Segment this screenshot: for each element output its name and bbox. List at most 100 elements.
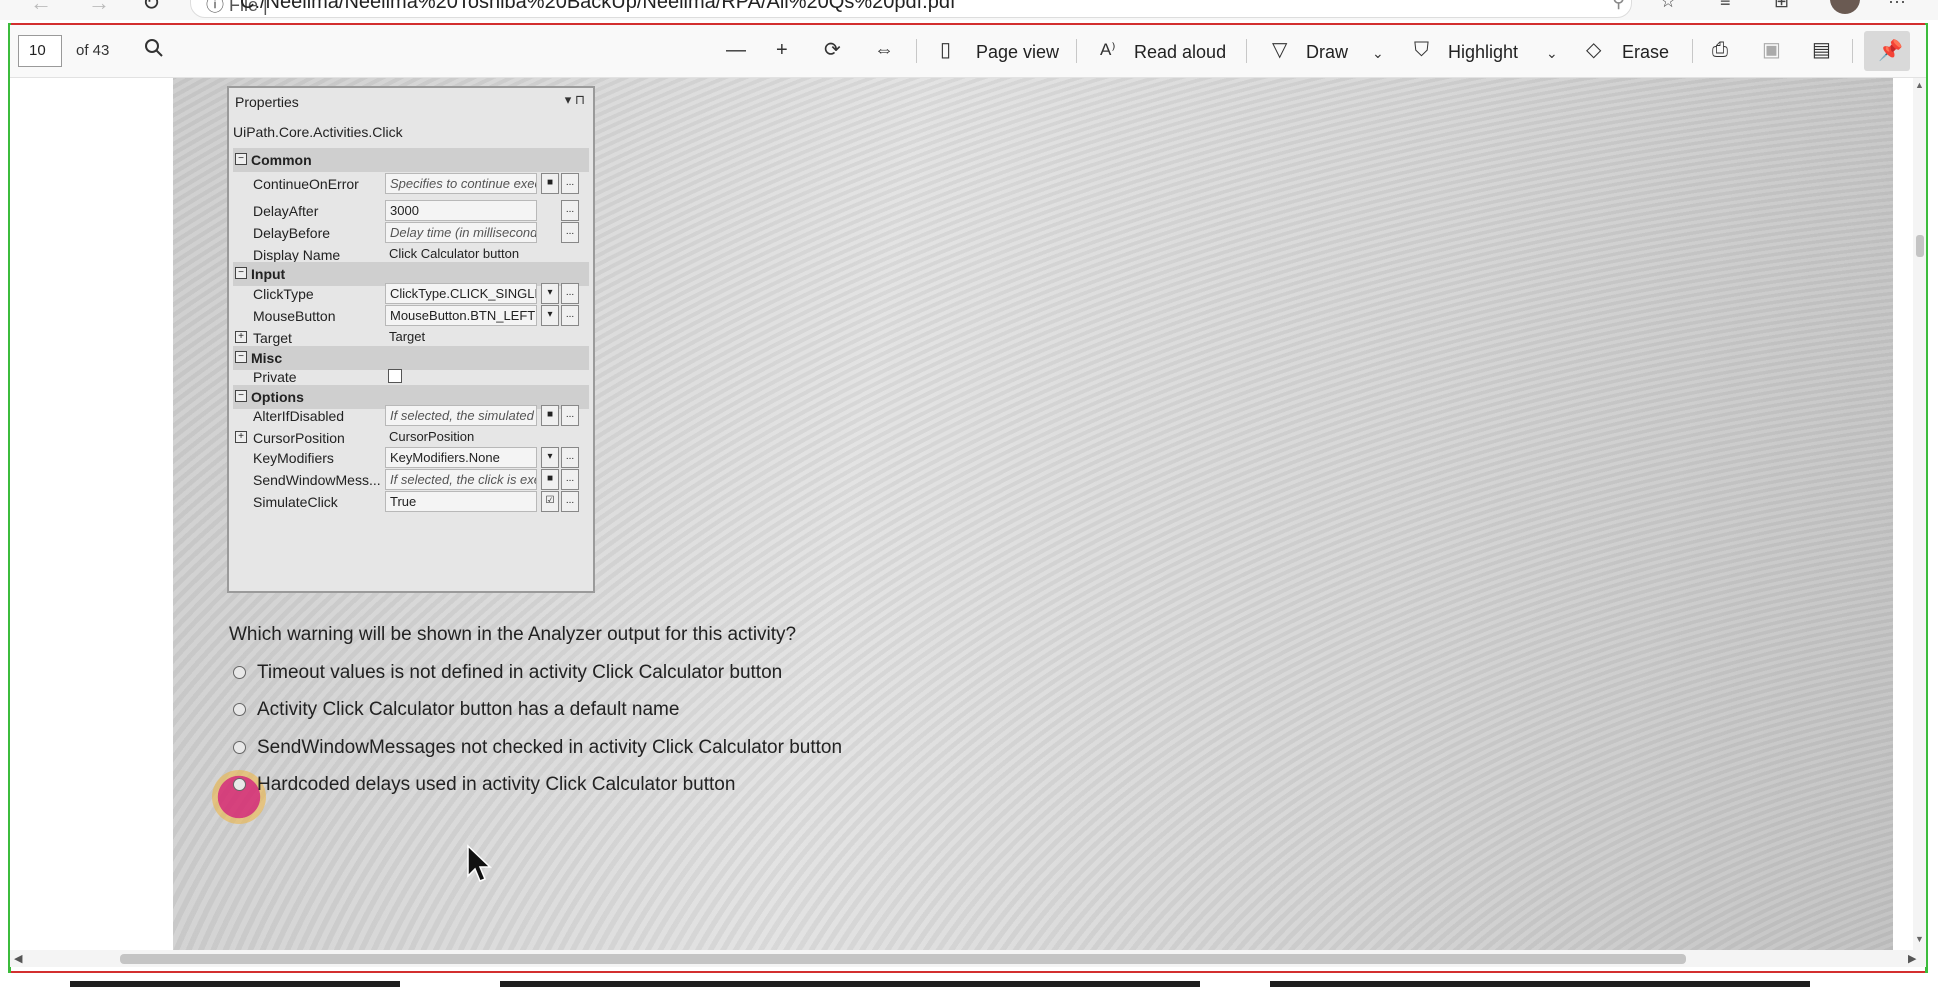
horizontal-scrollbar[interactable]: ◀ ▶ [10, 950, 1926, 967]
dropdown-button[interactable]: ▾ [541, 447, 559, 468]
property-label: Common [251, 152, 312, 168]
collapse-icon[interactable]: − [235, 267, 247, 279]
more-icon[interactable]: ··· [1888, 0, 1906, 12]
refresh-icon[interactable]: ↻ [142, 0, 160, 16]
url-text[interactable]: C:/Neelima/Neelima%20Toshiba%20BackUp/Ne… [240, 0, 956, 14]
rotate-icon[interactable]: ⟳ [824, 38, 841, 62]
property-value[interactable]: CursorPosition [385, 427, 537, 448]
vertical-scrollbar[interactable]: ▲ ▼ [1913, 78, 1926, 950]
scroll-right-icon[interactable]: ▶ [1908, 952, 1916, 965]
toggle-button[interactable]: ☑ [541, 491, 559, 512]
dropdown-button[interactable]: ▾ [541, 283, 559, 304]
zoom-icon[interactable]: ⚲ [1612, 0, 1625, 12]
radio-button[interactable] [233, 703, 246, 716]
ellipsis-button[interactable]: ... [561, 491, 579, 512]
avatar[interactable] [1830, 0, 1860, 14]
property-label: Options [251, 389, 304, 405]
property-label: MouseButton [253, 308, 336, 324]
radio-button[interactable] [233, 741, 246, 754]
document-viewport[interactable]: Properties ▾ ⊓ UiPath.Core.Activities.Cl… [10, 78, 1915, 950]
search-icon[interactable] [144, 38, 164, 64]
panel-controls: ▾ ⊓ [564, 92, 585, 107]
dropdown-button[interactable]: ▾ [541, 305, 559, 326]
property-value[interactable]: True [385, 491, 537, 512]
toggle-button[interactable]: ■ [541, 173, 559, 194]
scrollbar-thumb[interactable] [1916, 235, 1924, 257]
ellipsis-button[interactable]: ... [561, 447, 579, 468]
property-row[interactable]: DelayAfter 3000... [233, 199, 589, 223]
property-row[interactable]: KeyModifiers KeyModifiers.None ▾... [233, 446, 589, 470]
option-label: Hardcoded delays used in activity Click … [257, 774, 736, 795]
property-label: Display Name [253, 247, 341, 263]
property-label: DelayAfter [253, 203, 319, 219]
ellipsis-button[interactable]: ... [561, 222, 579, 243]
property-value[interactable]: 3000 [385, 200, 537, 221]
property-row[interactable]: MouseButton MouseButton.BTN_LEFT ▾... [233, 304, 589, 328]
forward-arrow-icon[interactable]: → [88, 0, 110, 16]
question-text: Which warning will be shown in the Analy… [229, 624, 797, 645]
property-value[interactable]: If selected, the click is exe [385, 469, 537, 490]
property-value[interactable]: KeyModifiers.None [385, 447, 537, 468]
radio-button[interactable] [233, 666, 246, 679]
radio-button[interactable] [233, 778, 246, 791]
property-label: Private [253, 369, 297, 385]
property-row[interactable]: SimulateClick True ☑... [233, 490, 589, 514]
collapse-icon[interactable]: − [235, 153, 247, 165]
expand-icon[interactable]: + [235, 331, 247, 343]
property-label: AlterIfDisabled [253, 408, 345, 424]
minus-icon[interactable]: — [726, 38, 746, 62]
print-icon[interactable]: ⎙ [1712, 38, 1728, 62]
taskbar-strip [500, 981, 1200, 987]
toggle-button[interactable]: ■ [541, 405, 559, 426]
property-label: Target [253, 330, 292, 346]
property-value[interactable]: Delay time (in milliseconds) i [385, 222, 537, 243]
eraser-icon: ◇ [1586, 39, 1602, 61]
property-category[interactable]: − Common [233, 148, 589, 172]
activity-type: UiPath.Core.Activities.Click [233, 124, 403, 140]
toolbar-separator [1076, 39, 1077, 63]
property-value[interactable]: Specifies to continue exec [385, 173, 537, 194]
checkbox[interactable] [388, 369, 402, 383]
back-arrow-icon[interactable]: ← [30, 0, 52, 16]
ellipsis-button[interactable]: ... [561, 173, 579, 194]
property-value[interactable]: Target [385, 327, 537, 348]
chevron-down-icon[interactable]: ⌄ [1372, 41, 1384, 65]
page-number-input[interactable]: 10 [18, 35, 62, 67]
plus-icon[interactable]: + [776, 38, 788, 62]
property-label: KeyModifiers [253, 450, 334, 466]
toggle-button[interactable]: ■ [541, 469, 559, 490]
favorite-add-icon[interactable]: ☆ [1660, 0, 1676, 12]
property-row[interactable]: AlterIfDisabled If selected, the simulate… [233, 404, 589, 428]
scrollbar-thumb[interactable] [120, 954, 1686, 964]
property-value[interactable]: MouseButton.BTN_LEFT [385, 305, 537, 326]
property-row[interactable]: ClickType ClickType.CLICK_SINGLE ▾... [233, 282, 589, 306]
collapse-icon[interactable]: − [235, 351, 247, 363]
property-label: Misc [251, 350, 283, 366]
ellipsis-button[interactable]: ... [561, 200, 579, 221]
property-row[interactable]: SendWindowMess... If selected, the click … [233, 468, 589, 492]
expand-icon[interactable]: + [235, 431, 247, 443]
property-label: ContinueOnError [253, 176, 359, 192]
scroll-up-icon[interactable]: ▲ [1915, 80, 1924, 90]
property-value[interactable]: If selected, the simulated [385, 405, 537, 426]
scroll-left-icon[interactable]: ◀ [14, 952, 22, 965]
ellipsis-button[interactable]: ... [561, 305, 579, 326]
pin-toolbar-button[interactable]: 📌 [1864, 31, 1910, 71]
ellipsis-button[interactable]: ... [561, 283, 579, 304]
ellipsis-button[interactable]: ... [561, 405, 579, 426]
collections-icon[interactable]: ⊞ [1774, 0, 1789, 12]
favorites-icon[interactable]: ≡ [1720, 0, 1731, 12]
property-label: CursorPosition [253, 430, 345, 446]
page-count: of 43 [76, 42, 110, 59]
collapse-icon[interactable]: − [235, 390, 247, 402]
property-row[interactable]: DelayBefore Delay time (in milliseconds) … [233, 221, 589, 245]
property-row[interactable]: ContinueOnError Specifies to continue exe… [233, 172, 589, 196]
property-value[interactable]: ClickType.CLICK_SINGLE [385, 283, 537, 304]
fit-width-icon[interactable]: ⇔ [874, 38, 894, 62]
ellipsis-button[interactable]: ... [561, 469, 579, 490]
chevron-down-icon[interactable]: ⌄ [1546, 41, 1558, 65]
save-as-icon[interactable]: ▤ [1812, 38, 1831, 62]
save-icon[interactable]: ▣ [1762, 38, 1781, 62]
read-aloud-icon: A⁾ [1100, 40, 1116, 59]
scroll-down-icon[interactable]: ▼ [1915, 934, 1924, 944]
